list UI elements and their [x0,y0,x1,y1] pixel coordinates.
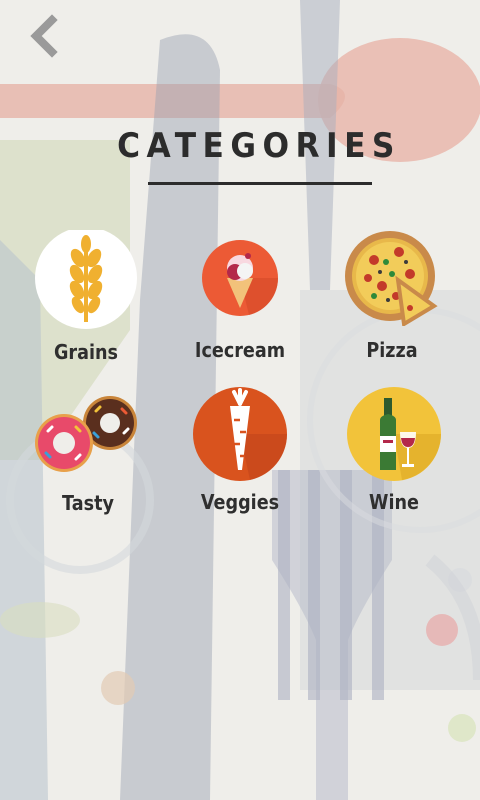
carrot-icon [193,387,288,481]
category-label: Grains [53,340,119,364]
wheat-icon [35,230,137,329]
donuts-icon [35,396,137,472]
category-pizza[interactable]: Pizza [344,230,440,364]
category-veggies[interactable]: Veggies [190,386,290,524]
back-button[interactable] [26,14,66,58]
category-tasty[interactable]: Tasty [34,395,140,525]
category-label: Tasty [62,491,114,515]
title-underline [148,182,372,185]
category-label: Pizza [366,338,418,362]
pizza-icon [345,231,438,326]
category-icecream[interactable]: Icecream [195,240,285,364]
wine-icon [347,387,441,481]
category-label: Wine [369,490,419,514]
category-grains[interactable]: Grains [34,230,140,370]
page-title: CATEGORIES [117,126,401,166]
chevron-left-icon [30,14,58,58]
category-label: Icecream [194,338,286,362]
category-label: Veggies [200,490,280,514]
category-wine[interactable]: Wine [346,386,442,524]
icecream-icon [202,240,279,316]
categories-screen: CATEGORIES Grains Icecream Pizza Tasty V… [0,0,480,800]
